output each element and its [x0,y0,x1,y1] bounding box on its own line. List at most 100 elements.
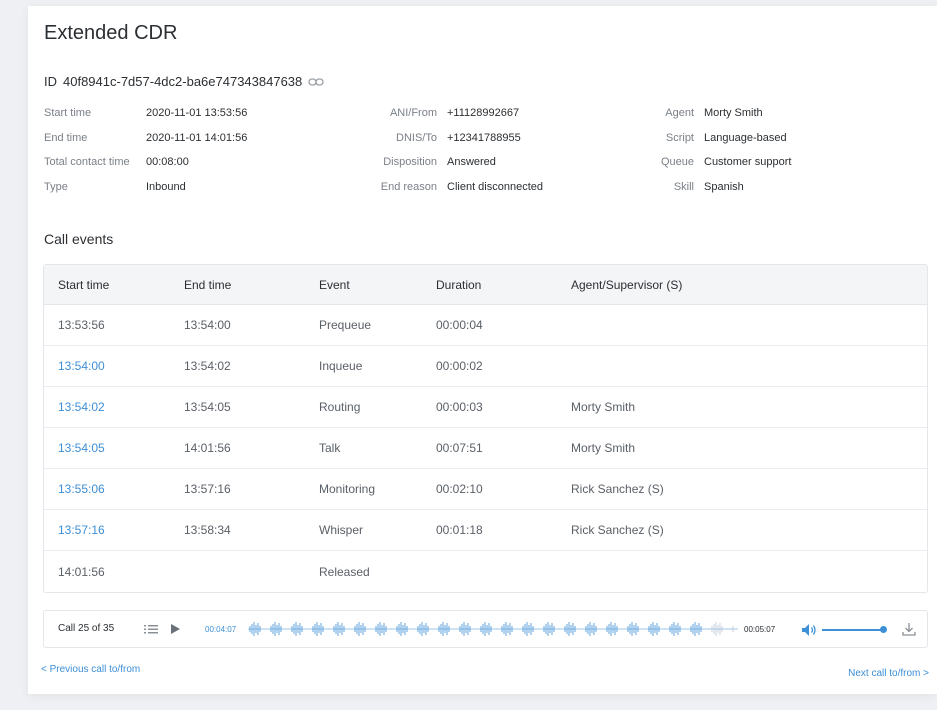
info-row-type: Type Inbound [44,181,247,206]
cell-agent: Morty Smith [571,441,636,455]
info-row-end-reason: End reason Client disconnected [364,181,543,206]
info-value: 2020-11-01 14:01:56 [146,131,248,144]
cell-event: Routing [319,400,361,414]
info-value: 2020-11-01 13:53:56 [146,107,248,119]
info-row-ani: ANI/From +11128992667 [364,107,543,132]
cell-agent: Rick Sanchez (S) [571,523,664,537]
call-recording-player: Call 25 of 35 00:04:07 00:05:07 [43,610,928,648]
cell-start-time: 14:01:56 [58,564,105,579]
cell-agent: Morty Smith [571,400,636,414]
cell-event: Whisper [319,523,364,537]
table-row: 13:54:02 13:54:05 Routing 00:00:03 Morty… [44,387,927,428]
extended-cdr-panel: Extended CDR ID 40f8941c-7d57-4dc2-ba6e7… [28,6,937,694]
info-label: ANI/From [389,107,437,119]
info-row-script: Script Language-based [654,132,791,157]
download-icon[interactable] [902,622,916,636]
cell-start-time-link[interactable]: 13:55:06 [44,482,184,496]
id-prefix: ID [44,74,57,89]
cell-end-time: 13:57:16 [184,482,231,496]
cell-duration: 00:00:03 [436,400,483,414]
list-icon[interactable] [144,624,158,634]
info-label: Start time [44,107,92,119]
cell-duration: 00:00:02 [436,359,483,373]
info-row-queue: Queue Customer support [654,156,791,181]
volume-slider[interactable] [822,629,884,631]
info-label: Disposition [383,156,437,168]
link-icon[interactable] [308,77,324,87]
cell-duration: 00:00:04 [436,318,483,332]
info-row-agent: Agent Morty Smith [654,107,791,132]
call-events-title: Call events [44,231,114,247]
table-header: Start time End time Event Duration Agent… [44,265,927,305]
cell-event: Released [319,564,370,579]
table-row: 13:55:06 13:57:16 Monitoring 00:02:10 Ri… [44,469,927,510]
info-value: +12341788955 [447,131,521,144]
cell-end-time: 14:01:56 [184,441,231,455]
column-header-event: Event [319,277,350,292]
info-column-agent: Agent Morty Smith Script Language-based … [654,107,791,205]
cell-event: Talk [319,441,341,455]
volume-icon[interactable] [801,623,817,637]
cell-duration: 00:01:18 [436,523,483,537]
info-value: Spanish [704,180,744,193]
call-events-table: Start time End time Event Duration Agent… [43,264,928,593]
info-row-start-time: Start time 2020-11-01 13:53:56 [44,107,247,132]
cell-event: Inqueue [319,359,363,373]
page-title: Extended CDR [44,22,178,44]
previous-call-link[interactable]: < Previous call to/from [41,664,140,675]
cell-end-time: 13:58:34 [184,523,231,537]
next-call-link[interactable]: Next call to/from > [848,668,929,679]
info-value: Language-based [704,131,787,144]
info-value: Morty Smith [704,107,763,119]
table-row: 13:54:05 14:01:56 Talk 00:07:51 Morty Sm… [44,428,927,469]
table-row: 13:54:00 13:54:02 Inqueue 00:00:02 [44,346,927,387]
column-header-duration: Duration [436,277,482,292]
info-row-end-time: End time 2020-11-01 14:01:56 [44,132,247,157]
cdr-id-row: ID 40f8941c-7d57-4dc2-ba6e747343847638 [44,74,324,89]
waveform-scrubber[interactable] [248,621,738,637]
cell-start-time-link[interactable]: 13:57:16 [44,523,184,537]
info-label: Agent [665,107,694,119]
cell-start-time-link[interactable]: 13:54:02 [44,400,184,414]
cell-event: Monitoring [319,482,376,496]
info-row-skill: Skill Spanish [654,181,791,206]
play-icon[interactable] [169,623,181,635]
info-label: DNIS/To [396,131,437,144]
cell-duration: 00:07:51 [436,441,483,455]
cell-end-time: 13:54:02 [184,359,231,373]
table-row: 13:57:16 13:58:34 Whisper 00:01:18 Rick … [44,510,927,551]
cell-start-time: 13:53:56 [58,318,105,332]
table-row: 14:01:56 Released [44,551,927,592]
info-value: +11128992667 [447,107,520,119]
volume-slider-handle[interactable] [880,626,887,633]
info-label: Script [665,131,694,144]
total-time: 00:05:07 [744,625,776,634]
info-label: Skill [673,180,694,193]
cell-agent: Rick Sanchez (S) [571,482,664,496]
info-value: Customer support [704,156,792,168]
info-value: Client disconnected [447,180,544,193]
info-row-total-contact-time: Total contact time 00:08:00 [44,156,247,181]
info-value: 00:08:00 [146,156,189,168]
cell-start-time-link[interactable]: 13:54:00 [44,359,184,373]
cell-start-time-link[interactable]: 13:54:05 [44,441,184,455]
column-header-end-time: End time [184,277,232,292]
info-label: Type [44,180,68,193]
cell-event: Prequeue [319,318,372,332]
info-row-disposition: Disposition Answered [364,156,543,181]
info-label: End time [44,131,88,144]
info-value: Answered [447,156,496,168]
cdr-id-value: 40f8941c-7d57-4dc2-ba6e747343847638 [63,74,303,89]
info-label: End reason [380,180,437,193]
info-value: Inbound [146,180,186,193]
cell-duration: 00:02:10 [436,482,483,496]
info-label: Queue [660,156,694,168]
table-row: 13:53:56 13:54:00 Prequeue 00:00:04 [44,305,927,346]
info-label: Total contact time [44,156,130,168]
info-column-times: Start time 2020-11-01 13:53:56 End time … [44,107,247,205]
cell-end-time: 13:54:00 [184,318,231,332]
info-row-dnis: DNIS/To +12341788955 [364,132,543,157]
call-count: Call 25 of 35 [58,623,115,634]
column-header-start-time: Start time [58,277,110,292]
cell-end-time: 13:54:05 [184,400,231,414]
